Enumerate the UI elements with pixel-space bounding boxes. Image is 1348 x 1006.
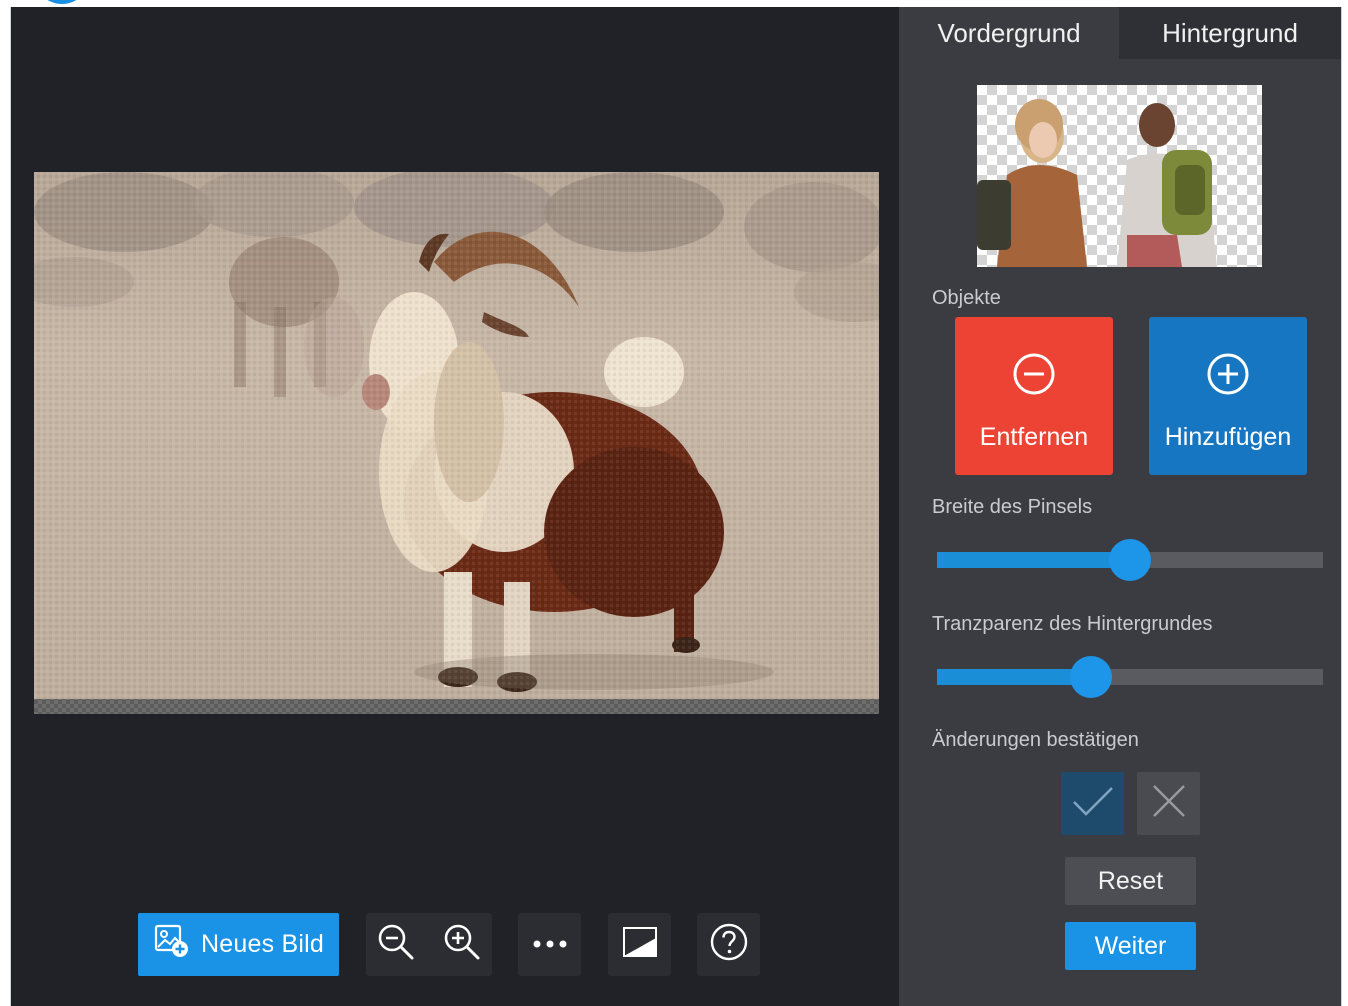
- tab-background[interactable]: Hintergrund: [1119, 7, 1341, 59]
- minus-circle-icon: [1011, 351, 1057, 397]
- image-add-icon: [153, 922, 191, 967]
- reset-button[interactable]: Reset: [1065, 857, 1196, 905]
- remove-label: Entfernen: [979, 423, 1089, 451]
- side-panel: Vordergrund Hintergrund Objekte Entferne…: [899, 7, 1341, 1006]
- confirm-changes-label: Änderungen bestätigen: [932, 729, 1139, 751]
- zoom-in-icon[interactable]: [442, 922, 482, 967]
- more-button[interactable]: [518, 913, 581, 976]
- bg-transparency-label: Tranzparenz des Hintergrundes: [932, 613, 1213, 635]
- next-button[interactable]: Weiter: [1065, 922, 1196, 970]
- cancel-button[interactable]: [1137, 772, 1200, 835]
- slider-thumb[interactable]: [1070, 656, 1113, 698]
- plus-circle-icon: [1205, 351, 1251, 397]
- foreground-preview: [977, 85, 1262, 267]
- zoom-group: [366, 913, 492, 976]
- slider-thumb[interactable]: [1109, 539, 1151, 581]
- compare-button[interactable]: [608, 913, 671, 976]
- more-icon: [532, 936, 568, 954]
- tab-foreground[interactable]: Vordergrund: [899, 7, 1119, 59]
- check-icon: [1071, 783, 1115, 824]
- help-icon: [709, 922, 749, 967]
- app-window: Neues Bild Vordergrund Hintergrund Objek…: [10, 7, 1342, 1006]
- goat-photo: [34, 172, 879, 699]
- zoom-out-icon[interactable]: [376, 922, 416, 967]
- image-canvas[interactable]: [34, 172, 879, 714]
- new-image-button[interactable]: Neues Bild: [138, 913, 339, 976]
- brush-width-slider[interactable]: [937, 539, 1323, 581]
- corner-badge: [34, 0, 90, 4]
- add-button[interactable]: Hinzufügen: [1149, 317, 1307, 475]
- compare-icon: [622, 927, 657, 962]
- remove-button[interactable]: Entfernen: [955, 317, 1113, 475]
- brush-width-label: Breite des Pinsels: [932, 496, 1093, 518]
- add-label: Hinzufügen: [1164, 423, 1292, 451]
- slider-fill: [937, 669, 1092, 685]
- slider-fill: [937, 552, 1130, 568]
- new-image-label: Neues Bild: [201, 930, 324, 958]
- help-button[interactable]: [697, 913, 760, 976]
- close-icon: [1151, 783, 1187, 824]
- confirm-button[interactable]: [1061, 772, 1124, 835]
- canvas-area: Neues Bild: [11, 7, 899, 1006]
- bg-transparency-slider[interactable]: [937, 656, 1323, 698]
- objects-label: Objekte: [932, 287, 1001, 309]
